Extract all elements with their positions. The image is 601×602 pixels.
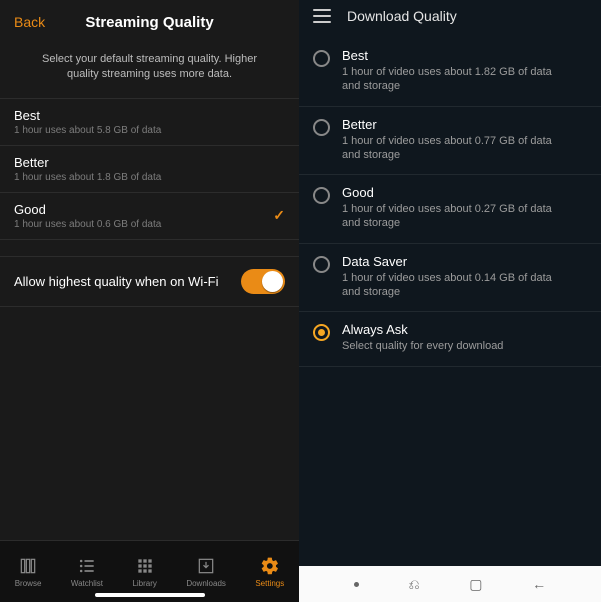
tab-label: Settings [255,579,284,588]
dl-sub: 1 hour of video uses about 0.27 GB of da… [342,200,572,231]
quality-list: Best 1 hour uses about 5.8 GB of data Be… [0,98,299,240]
tab-library[interactable]: Library [132,556,156,588]
tab-label: Browse [15,579,42,588]
tab-settings[interactable]: Settings [255,556,284,588]
nav-back-icon[interactable]: ← [532,576,546,592]
radio-icon [313,256,330,273]
quality-row-good[interactable]: Good 1 hour uses about 0.6 GB of data ✓ [0,193,299,240]
tab-label: Library [132,579,156,588]
quality-label: Good [14,202,161,217]
quality-sub: 1 hour uses about 0.6 GB of data [14,217,161,230]
dl-label: Best [342,48,572,63]
browse-icon [18,556,38,576]
streaming-quality-screen: Back Streaming Quality Select your defau… [0,0,299,602]
quality-label: Best [14,108,161,123]
tab-downloads[interactable]: Downloads [186,556,226,588]
dl-row-best[interactable]: Best 1 hour of video uses about 1.82 GB … [299,38,601,107]
library-icon [135,556,155,576]
quality-row-better[interactable]: Better 1 hour uses about 1.8 GB of data [0,146,299,193]
quality-sub: 1 hour uses about 5.8 GB of data [14,123,161,136]
toggle-knob [262,271,283,292]
gear-icon [260,556,280,576]
radio-icon [313,187,330,204]
dl-label: Better [342,117,572,132]
dl-row-alwaysask[interactable]: Always Ask Select quality for every down… [299,312,601,366]
page-title: Download Quality [347,8,457,24]
nav-dot-icon [354,582,359,587]
hamburger-icon[interactable] [313,9,331,23]
dl-label: Data Saver [342,254,572,269]
download-icon [196,556,216,576]
download-quality-screen: Download Quality Best 1 hour of video us… [299,0,601,602]
dl-sub: 1 hour of video uses about 1.82 GB of da… [342,63,572,94]
toggle-label: Allow highest quality when on Wi-Fi [14,274,218,289]
checkmark-icon: ✓ [273,207,285,224]
dl-row-datasaver[interactable]: Data Saver 1 hour of video uses about 0.… [299,244,601,313]
quality-label: Better [14,155,161,170]
android-header: Download Quality [299,0,601,38]
tab-watchlist[interactable]: Watchlist [71,556,103,588]
home-indicator [95,593,205,597]
nav-home-icon[interactable]: ▢ [469,576,482,593]
toggle-switch[interactable] [241,269,285,294]
quality-row-best[interactable]: Best 1 hour uses about 5.8 GB of data [0,99,299,146]
dl-sub: 1 hour of video uses about 0.14 GB of da… [342,269,572,300]
dl-row-good[interactable]: Good 1 hour of video uses about 0.27 GB … [299,175,601,244]
dl-label: Always Ask [342,322,503,337]
ios-header: Back Streaming Quality [0,0,299,44]
tab-label: Watchlist [71,579,103,588]
tab-label: Downloads [186,579,226,588]
dl-label: Good [342,185,572,200]
dl-sub: 1 hour of video uses about 0.77 GB of da… [342,132,572,163]
dl-row-better[interactable]: Better 1 hour of video uses about 0.77 G… [299,107,601,176]
dl-sub: Select quality for every download [342,337,503,353]
radio-icon [313,119,330,136]
tab-browse[interactable]: Browse [15,556,42,588]
ios-tabbar: Browse Watchlist Library Downloads Setti… [0,540,299,602]
watchlist-icon [77,556,97,576]
android-navbar: ⎌ ▢ ← [299,566,601,602]
nav-recent-icon[interactable]: ⎌ [408,576,419,593]
wifi-quality-toggle-row[interactable]: Allow highest quality when on Wi-Fi [0,256,299,307]
page-description: Select your default streaming quality. H… [0,44,299,98]
quality-sub: 1 hour uses about 1.8 GB of data [14,170,161,183]
radio-icon [313,50,330,67]
back-button[interactable]: Back [0,14,45,30]
radio-icon [313,324,330,341]
